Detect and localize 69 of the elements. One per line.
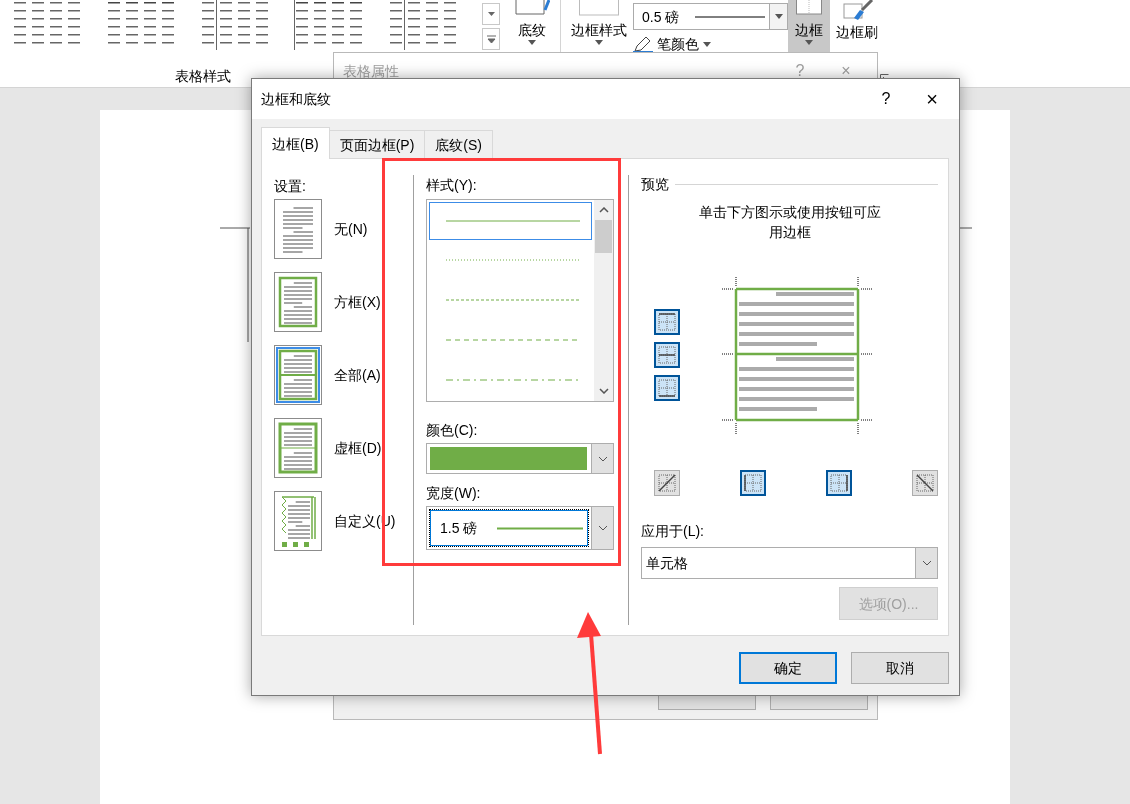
caret-icon <box>528 40 536 45</box>
table-border-line <box>958 227 972 229</box>
caret-icon <box>595 40 603 45</box>
border-grid-icon <box>658 379 676 397</box>
dropdown-value: 单元格 <box>646 554 688 573</box>
setting-option[interactable]: 全部(A) <box>274 345 413 405</box>
setting-option[interactable]: 方框(X) <box>274 272 413 332</box>
line-sample-icon <box>497 526 584 530</box>
border-grid-icon <box>744 474 762 492</box>
shading-button[interactable]: 底纹 <box>508 0 556 58</box>
border-grid-icon <box>830 474 848 492</box>
caret-icon <box>487 12 495 16</box>
tab[interactable]: 边框(B) <box>261 127 330 159</box>
line-sample-icon <box>446 220 580 222</box>
line-weight-dropdown[interactable]: 0.5 磅 <box>633 3 788 30</box>
border-toggle-button[interactable] <box>654 470 680 496</box>
line-sample-icon <box>446 339 580 341</box>
line-sample-icon <box>695 14 766 19</box>
border-grid-icon <box>916 474 934 492</box>
field-label: 样式(Y): <box>426 176 478 195</box>
dialog-title: 表格属性 <box>343 62 399 81</box>
width-value: 1.5 磅 <box>440 519 478 538</box>
chevron-down-icon <box>597 455 608 462</box>
caret-icon <box>774 14 783 19</box>
border-grid-icon <box>658 346 676 364</box>
scroll-down-button[interactable] <box>482 3 500 25</box>
border-toggle-button[interactable] <box>654 342 680 368</box>
close-button[interactable]: × <box>909 79 955 119</box>
instruction-text: 单击下方图示或使用按钮可应用边框 <box>697 203 882 242</box>
setting-option[interactable]: 虚框(D) <box>274 418 413 478</box>
help-button[interactable]: ? <box>863 79 909 119</box>
field-label: 颜色(C): <box>426 421 479 440</box>
dialog-button[interactable]: 取消 <box>851 652 949 684</box>
line-sample-icon <box>446 259 580 261</box>
scrollbar[interactable] <box>594 200 613 401</box>
line-sample-icon <box>446 299 580 301</box>
line-sample-icon <box>446 379 580 381</box>
dialog-button[interactable]: 确定 <box>739 652 837 684</box>
section-label: 设置: <box>274 177 307 196</box>
border-toggle-button[interactable] <box>654 375 680 401</box>
caret-icon <box>703 41 711 47</box>
chevron-down-icon <box>597 525 608 531</box>
border-toggle-button[interactable] <box>912 470 938 496</box>
border-painter-button[interactable]: 边框刷 <box>830 0 884 58</box>
width-dropdown[interactable]: 1.5 磅 <box>426 506 614 550</box>
group-label: 表格样式 <box>175 67 231 86</box>
chevron-down-icon <box>921 560 932 566</box>
setting-option[interactable]: 无(N) <box>274 199 413 259</box>
field-label: 宽度(W): <box>426 484 482 503</box>
chevron-up-icon[interactable] <box>598 207 609 213</box>
scroll-thumb[interactable] <box>595 220 612 253</box>
field-label: 应用于(L): <box>641 522 705 541</box>
tab[interactable]: 底纹(S) <box>424 130 493 158</box>
expand-icon <box>486 35 496 43</box>
border-styles-button[interactable]: 边框样式 <box>565 0 633 58</box>
border-grid-icon <box>658 474 676 492</box>
color-dropdown[interactable] <box>426 443 614 474</box>
dialog-title: 边框和底纹 <box>261 90 331 109</box>
section-label: 预览 <box>641 175 669 194</box>
border-toggle-button[interactable] <box>826 470 852 496</box>
border-toggle-button[interactable] <box>654 309 680 335</box>
border-grid-icon <box>658 313 676 331</box>
apply-to-dropdown[interactable]: 单元格 <box>641 547 938 579</box>
chevron-down-icon[interactable] <box>598 388 609 394</box>
more-button[interactable] <box>482 28 500 50</box>
line-weight-value: 0.5 磅 <box>642 7 680 27</box>
line-style-option[interactable] <box>429 202 592 240</box>
caret-icon <box>805 40 813 45</box>
border-toggle-button[interactable] <box>740 470 766 496</box>
